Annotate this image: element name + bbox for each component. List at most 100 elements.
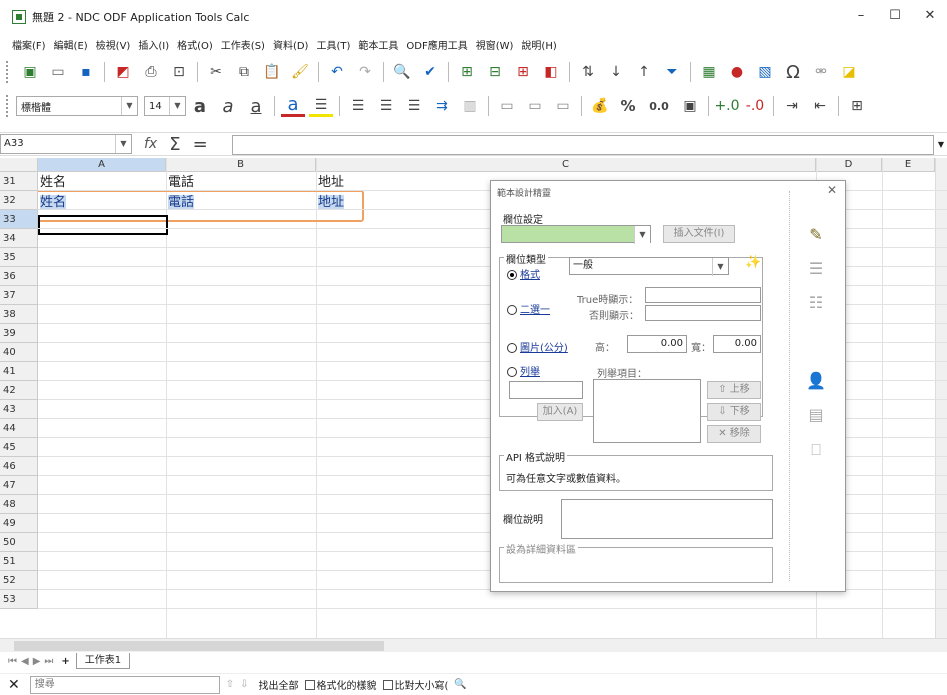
row-header-45[interactable]: 45 [0, 438, 38, 457]
bold-icon[interactable]: a [188, 95, 212, 117]
menu-tools[interactable]: 工具(T) [316, 37, 350, 52]
width-input[interactable]: 0.00 [713, 335, 761, 353]
formatted-display-checkbox[interactable] [304, 679, 315, 690]
prev-sheet-icon[interactable]: ◀ [21, 656, 29, 667]
row-header-33[interactable]: 33 [0, 210, 38, 229]
close-find-icon[interactable]: ✕ [8, 677, 20, 693]
field-setting-combobox[interactable]: ▼ [501, 225, 651, 244]
row-header-40[interactable]: 40 [0, 343, 38, 362]
chevron-down-icon[interactable]: ▼ [169, 97, 185, 115]
boolean-radio[interactable] [507, 305, 517, 315]
expand-formula-icon[interactable]: ▼ [935, 135, 947, 155]
menu-sheet[interactable]: 工作表(S) [221, 37, 265, 52]
menu-help[interactable]: 說明(H) [521, 37, 556, 52]
move-up-button[interactable]: ⇧ 上移 [707, 381, 761, 399]
find-replace-icon[interactable]: 🔍 [390, 61, 414, 83]
menu-template-tools[interactable]: 範本工具 [358, 37, 398, 52]
sum-icon[interactable]: Σ [169, 134, 180, 155]
row-header-50[interactable]: 50 [0, 533, 38, 552]
column-icon[interactable]: ⊟ [483, 61, 507, 83]
next-sheet-icon[interactable]: ▶ [33, 656, 41, 667]
maximize-button[interactable]: ☐ [880, 8, 910, 26]
sort-descending-icon[interactable]: ↑ [632, 61, 656, 83]
insert-chart-icon[interactable]: ● [725, 61, 749, 83]
enum-items-list[interactable] [593, 379, 701, 443]
menu-insert[interactable]: 插入(I) [138, 37, 169, 52]
chevron-down-icon[interactable]: ▼ [712, 258, 728, 276]
font-size-combobox[interactable]: 14 ▼ [144, 96, 186, 116]
row-header-47[interactable]: 47 [0, 476, 38, 495]
align-middle-icon[interactable]: ▭ [523, 95, 547, 117]
picture-radio-row[interactable]: 圖片(公分) [507, 339, 568, 354]
chevron-down-icon[interactable]: ▼ [121, 97, 137, 115]
equals-icon[interactable]: = [193, 134, 208, 155]
scrollbar-thumb[interactable] [14, 641, 384, 651]
menu-odf-tools[interactable]: ODF應用工具 [406, 37, 467, 52]
highlight-icon[interactable]: ☰ [309, 95, 333, 117]
add-enum-button[interactable]: 加入(A) [537, 403, 583, 421]
column-header-e[interactable]: E [882, 158, 935, 172]
currency-icon[interactable]: 💰 [588, 95, 612, 117]
align-bottom-icon[interactable]: ▭ [551, 95, 575, 117]
delete-decimal-icon[interactable]: -.0 [743, 95, 767, 117]
align-right-icon[interactable]: ☰ [402, 95, 426, 117]
row-header-51[interactable]: 51 [0, 552, 38, 571]
date-format-icon[interactable]: ▣ [678, 95, 702, 117]
row-header-39[interactable]: 39 [0, 324, 38, 343]
menu-window[interactable]: 視窗(W) [476, 37, 514, 52]
row-header-42[interactable]: 42 [0, 381, 38, 400]
redo-icon[interactable]: ↷ [353, 61, 377, 83]
insert-image-icon[interactable]: ▦ [697, 61, 721, 83]
last-sheet-icon[interactable]: ⏭ [44, 656, 53, 667]
formula-input[interactable] [232, 135, 934, 155]
spellcheck-icon[interactable]: ✔ [418, 61, 442, 83]
find-next-icon[interactable]: ⇩ [240, 679, 248, 690]
table-row[interactable] [38, 590, 947, 609]
format-radio-row[interactable]: 格式 [507, 266, 540, 281]
list-icon[interactable]: ☰ [797, 255, 835, 281]
menu-format[interactable]: 格式(O) [177, 37, 213, 52]
insert-columns-icon[interactable]: ◧ [539, 61, 563, 83]
row-header-41[interactable]: 41 [0, 362, 38, 381]
insert-rows-icon[interactable]: ⊞ [511, 61, 535, 83]
comment-icon[interactable]: ◪ [837, 61, 861, 83]
chevron-down-icon[interactable]: ▼ [634, 226, 650, 244]
font-color-icon[interactable]: a [281, 94, 305, 117]
row-header-38[interactable]: 38 [0, 305, 38, 324]
sort-ascending-icon[interactable]: ↓ [604, 61, 628, 83]
toolbar-grip[interactable] [6, 61, 10, 83]
row-header-43[interactable]: 43 [0, 400, 38, 419]
boolean-radio-row[interactable]: 二選一 [507, 301, 550, 316]
undo-icon[interactable]: ↶ [325, 61, 349, 83]
column-header-d[interactable]: D [816, 158, 882, 172]
increase-indent-icon[interactable]: ⇥ [780, 95, 804, 117]
italic-icon[interactable]: a [216, 95, 240, 117]
menu-data[interactable]: 資料(D) [273, 37, 309, 52]
table-icon[interactable]: ▤ [797, 401, 835, 427]
enum-radio-row[interactable]: 列舉 [507, 363, 540, 378]
row-header-34[interactable]: 34 [0, 229, 38, 248]
special-character-icon[interactable]: Ω [781, 61, 805, 83]
row-header-48[interactable]: 48 [0, 495, 38, 514]
new-icon[interactable]: ▣ [18, 61, 42, 83]
add-decimal-icon[interactable]: +.0 [714, 95, 739, 117]
pivot-table-icon[interactable]: ▧ [753, 61, 777, 83]
align-center-icon[interactable]: ☰ [374, 95, 398, 117]
enum-item-input[interactable] [509, 381, 583, 399]
hyperlink-icon[interactable]: ⚮ [809, 61, 833, 83]
export-pdf-icon[interactable]: ◩ [111, 61, 135, 83]
user-icon[interactable]: 👤 [797, 367, 835, 393]
clone-format-icon[interactable]: 🖌 [288, 61, 312, 83]
match-case-checkbox[interactable] [382, 679, 393, 690]
align-left-icon[interactable]: ☰ [346, 95, 370, 117]
wrap-text-icon[interactable]: ⇉ [430, 95, 454, 117]
copy-icon[interactable]: ⧉ [232, 61, 256, 83]
print-icon[interactable]: ⎙ [139, 61, 163, 83]
decrease-indent-icon[interactable]: ⇤ [808, 95, 832, 117]
search-input[interactable]: 搜尋 [29, 675, 220, 694]
underline-icon[interactable]: a [244, 95, 268, 117]
cut-icon[interactable]: ✂ [204, 61, 228, 83]
row-header-35[interactable]: 35 [0, 248, 38, 267]
dialog-close-icon[interactable]: ✕ [827, 183, 837, 197]
number-format-icon[interactable]: 0.0 [644, 95, 674, 117]
